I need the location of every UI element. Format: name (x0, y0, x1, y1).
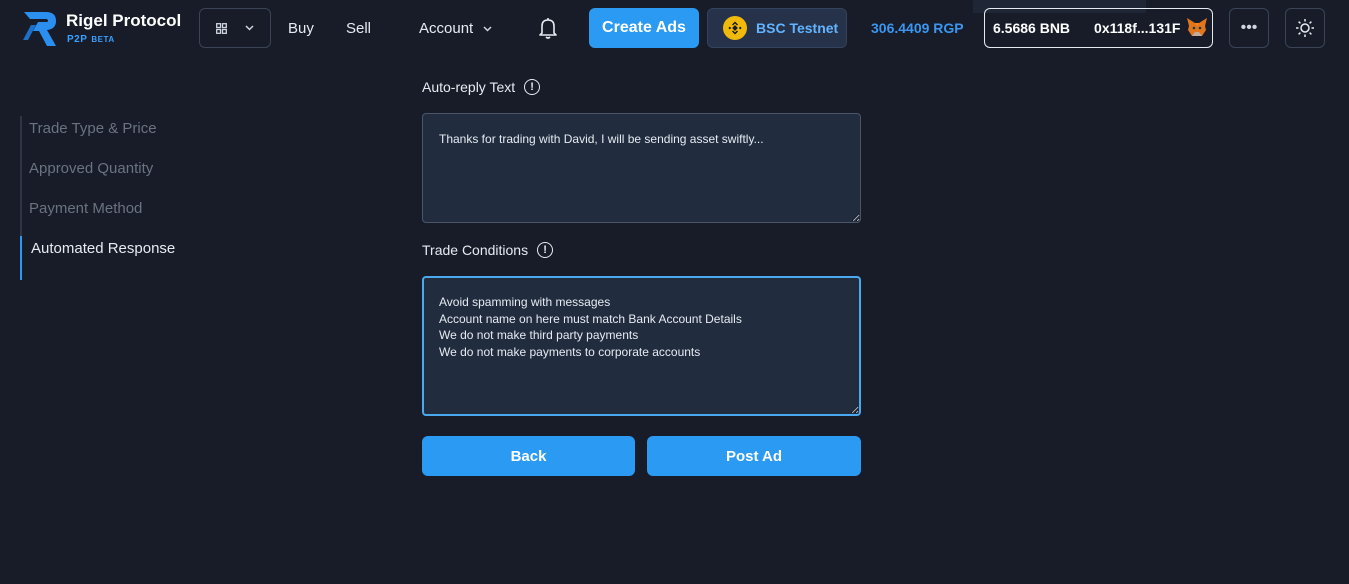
step-payment-method[interactable]: Payment Method (29, 200, 142, 217)
more-options-button[interactable]: ••• (1229, 8, 1269, 48)
post-ad-button[interactable]: Post Ad (647, 436, 861, 476)
bnb-balance: 6.5686 BNB (993, 20, 1071, 36)
wallet-address: 0x118f...131F (1094, 20, 1181, 36)
brand-logo[interactable]: Rigel Protocol P2P BETA (22, 10, 192, 50)
brand-title: Rigel Protocol (66, 11, 182, 30)
apps-grid-icon (216, 22, 227, 34)
active-step-indicator (20, 236, 22, 280)
nav-account[interactable]: Account (419, 20, 492, 37)
metamask-fox-icon (1186, 17, 1208, 40)
rigel-logo-icon (23, 12, 56, 46)
nav-account-label: Account (419, 20, 474, 37)
trade-conditions-label: Trade Conditions ! (422, 242, 554, 258)
network-selector-button[interactable]: BSC Testnet (707, 8, 847, 48)
chevron-down-icon (245, 25, 254, 31)
info-icon[interactable]: ! (537, 242, 554, 258)
step-automated-response[interactable]: Automated Response (31, 240, 175, 257)
nav-buy[interactable]: Buy (288, 20, 314, 37)
brand-subtitle: P2P BETA (67, 34, 115, 45)
create-ads-button[interactable]: Create Ads (589, 8, 699, 48)
step-trade-type-price[interactable]: Trade Type & Price (29, 120, 157, 137)
info-icon[interactable]: ! (524, 79, 541, 95)
top-navbar: Rigel Protocol P2P BETA Buy Sell Account … (0, 0, 1349, 58)
back-button[interactable]: Back (422, 436, 635, 476)
trade-conditions-label-text: Trade Conditions (422, 242, 529, 258)
beta-badge: BETA (91, 35, 115, 44)
apps-menu-button[interactable] (199, 8, 271, 48)
auto-reply-textarea[interactable]: Thanks for trading with David, I will be… (422, 113, 861, 223)
rgp-balance: 306.4409 RGP (871, 20, 964, 36)
progress-stepper: Trade Type & Price Approved Quantity Pay… (20, 116, 220, 280)
binance-icon (723, 16, 747, 40)
chevron-down-icon (483, 25, 492, 32)
theme-toggle-button[interactable] (1285, 8, 1325, 48)
auto-reply-label-text: Auto-reply Text (422, 79, 516, 95)
sun-icon (1296, 19, 1314, 37)
bell-icon[interactable] (537, 16, 559, 45)
wallet-button[interactable]: 6.5686 BNB 0x118f...131F (984, 8, 1213, 48)
nav-sell[interactable]: Sell (346, 20, 371, 37)
step-approved-quantity[interactable]: Approved Quantity (29, 160, 153, 177)
brand-p2p: P2P (67, 34, 88, 45)
trade-conditions-textarea[interactable]: Avoid spamming with messages Account nam… (422, 276, 861, 416)
auto-reply-label: Auto-reply Text ! (422, 79, 541, 95)
network-label: BSC Testnet (756, 20, 839, 36)
